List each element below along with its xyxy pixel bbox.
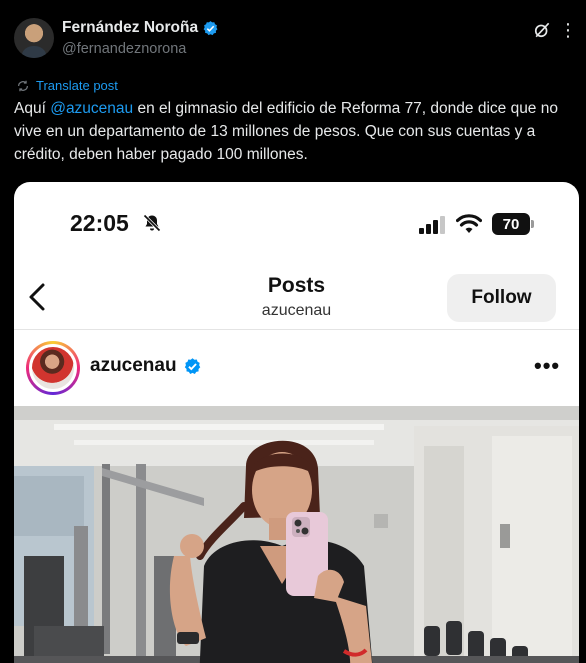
grok-icon[interactable] [532, 20, 552, 40]
ig-avatar-image [29, 344, 77, 392]
author-avatar[interactable] [14, 18, 54, 58]
translate-post-label[interactable]: Translate post [36, 78, 118, 93]
battery-level: 70 [492, 213, 530, 235]
silent-bell-icon [143, 214, 161, 232]
wifi-icon [456, 214, 482, 233]
author-handle[interactable]: @fernandeznorona [62, 41, 186, 57]
gym-selfie-illustration [14, 406, 579, 663]
ellipsis-icon[interactable]: ••• [534, 353, 560, 379]
cellular-signal-icon [419, 216, 445, 234]
status-clock: 22:05 [70, 210, 129, 236]
mention-link[interactable]: @azucenau [50, 100, 133, 117]
translate-post-link[interactable]: Translate post [16, 78, 118, 93]
ig-nav-bar: Posts azucenau Follow [14, 262, 579, 330]
tweet-text-before: Aquí [14, 100, 51, 117]
tweet-text: Aquí @azucenau en el gimnasio del edific… [14, 97, 576, 166]
ig-username[interactable]: azucenau [90, 355, 177, 377]
embedded-screenshot[interactable]: 22:05 70 Posts azucenau Follow azucenau … [14, 182, 579, 663]
more-icon[interactable]: ⋮ [559, 20, 578, 40]
ig-post-header: azucenau ••• [14, 331, 579, 405]
author-name[interactable]: Fernández Noroña [62, 19, 198, 37]
battery-icon: 70 [492, 213, 534, 235]
verified-badge-icon [203, 20, 218, 35]
gym-selfie-photo [14, 406, 579, 663]
ig-username-row[interactable]: azucenau [90, 355, 202, 377]
ig-verified-icon [184, 357, 200, 374]
ig-avatar[interactable] [26, 341, 80, 395]
battery-tip [531, 220, 534, 228]
translate-icon [18, 80, 28, 91]
author-name-row[interactable]: Fernández Noroña [62, 19, 219, 37]
phone-status-bar: 22:05 70 [14, 182, 579, 262]
follow-button[interactable]: Follow [447, 274, 556, 322]
